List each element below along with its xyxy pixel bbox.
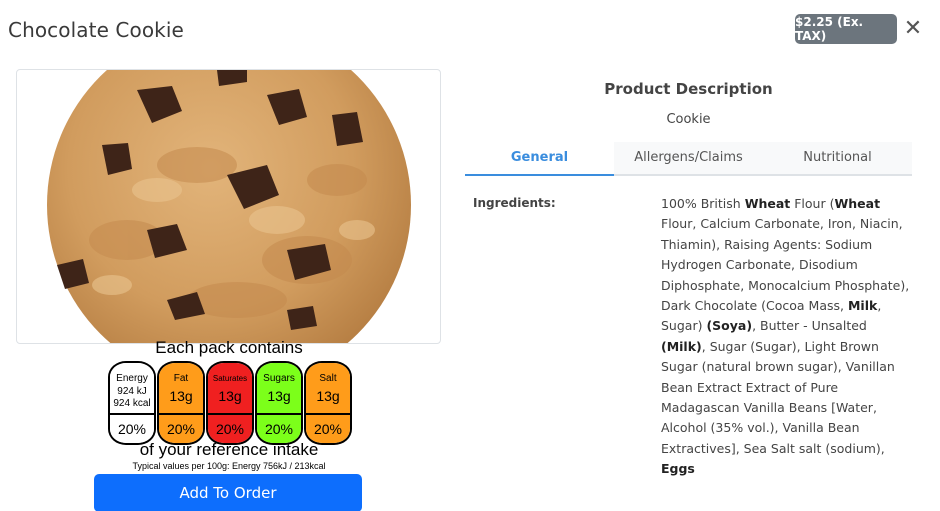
ingredients-part: , Sugar (Sugar), Light Brown Sugar (natu…	[661, 338, 895, 456]
nutrition-saturates-name: Saturates	[212, 374, 248, 383]
tab-nutritional[interactable]: Nutritional	[763, 142, 912, 174]
nutrition-note: Typical values per 100g: Energy 756kJ / …	[132, 461, 326, 471]
nutrition-sugars-name: Sugars	[263, 373, 295, 384]
description-tabs: General Allergens/Claims Nutritional	[465, 142, 912, 176]
nutrition-energy-kj: 924 kJ	[117, 386, 147, 397]
tab-general[interactable]: General	[465, 142, 614, 176]
nutrition-sugars: Sugars 13g 20%	[255, 361, 303, 445]
nutrition-salt: Salt 13g 20%	[304, 361, 352, 445]
ingredients-allergen: (Soya)	[706, 318, 753, 334]
ingredients-allergen: Eggs	[661, 461, 695, 477]
price-badge: $2.25 (Ex. TAX)	[795, 14, 897, 44]
nutrition-saturates-value: 13g	[218, 388, 242, 404]
nutrition-energy-percent: 20%	[110, 415, 154, 443]
nutrition-salt-value: 13g	[316, 388, 340, 404]
ingredients-label: Ingredients:	[473, 196, 556, 210]
nutrition-fat-value: 13g	[169, 388, 193, 404]
nutrition-sugars-percent: 20%	[257, 415, 301, 443]
ingredients-allergen: Milk	[847, 298, 878, 314]
nutrition-sugars-value: 13g	[267, 388, 291, 404]
nutrition-saturates: Saturates 13g 20%	[206, 361, 254, 445]
nutrition-fat: Fat 13g 20%	[157, 361, 205, 445]
nutrition-energy: Energy 924 kJ 924 kcal 20%	[108, 361, 156, 445]
ingredients-part: , Butter - Unsalted	[752, 318, 867, 334]
product-image	[16, 69, 441, 344]
nutrition-top-text: Each pack contains	[155, 338, 303, 357]
nutrition-energy-name: Energy	[116, 373, 148, 384]
nutrition-salt-name: Salt	[319, 373, 337, 384]
nutrition-saturates-percent: 20%	[208, 415, 252, 443]
nutrition-energy-kcal: 924 kcal	[113, 398, 151, 409]
ingredients-part: 100% British	[661, 196, 745, 211]
ingredients-part: Flour (	[790, 196, 835, 211]
ingredients-text: 100% British Wheat Flour (Wheat Flour, C…	[661, 194, 911, 480]
product-description-heading: Product Description	[604, 80, 773, 98]
product-title: Chocolate Cookie	[8, 18, 184, 42]
close-icon[interactable]: ✕	[903, 18, 923, 40]
tab-allergens-claims[interactable]: Allergens/Claims	[614, 142, 763, 174]
product-description-subtitle: Cookie	[666, 112, 711, 127]
nutrition-bottom-text: of your reference intake	[139, 440, 319, 459]
ingredients-allergen: Wheat	[834, 196, 881, 211]
nutrition-fat-name: Fat	[173, 373, 189, 384]
nutrition-fat-percent: 20%	[159, 415, 203, 443]
nutrition-traffic-lights: Energy 924 kJ 924 kcal 20% Fat 13g 20% S…	[108, 361, 352, 445]
add-to-order-button[interactable]: Add To Order	[94, 474, 362, 511]
nutrition-salt-percent: 20%	[306, 415, 350, 443]
ingredients-allergen: (Milk)	[661, 338, 702, 354]
ingredients-allergen: Wheat	[744, 196, 791, 211]
cookie-photo	[47, 70, 411, 343]
